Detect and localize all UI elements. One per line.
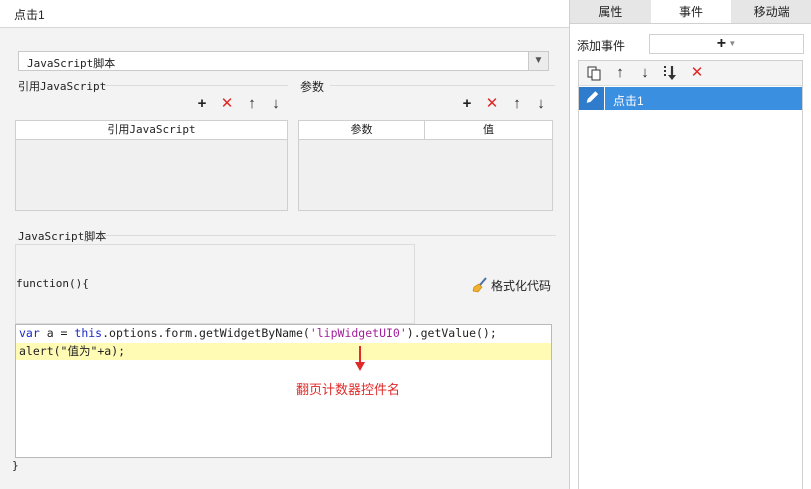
chevron-down-icon: ▼ — [726, 39, 737, 48]
annotation-text: 翻页计数器控件名 — [296, 382, 401, 397]
params-section-label: 参数 — [300, 80, 325, 94]
column-header-value[interactable]: 值 — [425, 121, 552, 139]
tab-events[interactable]: 事件 — [650, 0, 732, 23]
event-edit-dialog: 点击1 JavaScript脚本 ▼ 引用JavaScript + ✕ ↑ ↓ … — [0, 0, 569, 489]
section-divider — [104, 85, 288, 86]
add-event-label: 添加事件 — [577, 39, 626, 53]
delete-icon[interactable]: ✕ — [219, 96, 235, 112]
column-header-param[interactable]: 参数 — [299, 121, 425, 139]
params-table[interactable]: 参数 值 — [298, 120, 553, 211]
panel-tabs: 属性 事件 移动端 — [570, 0, 811, 24]
function-close-text: } — [12, 459, 19, 472]
script-type-select[interactable]: JavaScript脚本 ▼ — [18, 51, 549, 71]
edit-icon[interactable] — [579, 87, 605, 110]
move-up-icon[interactable]: ↑ — [244, 96, 260, 112]
event-panel: 属性 事件 移动端 添加事件 + ▼ ↑ ↓ ✕ 点击1 — [569, 0, 811, 489]
move-up-icon[interactable]: ↑ — [612, 65, 628, 81]
section-divider — [104, 235, 556, 236]
chevron-down-icon[interactable]: ▼ — [528, 52, 548, 70]
code-editor[interactable]: var a = this.options.form.getWidgetByNam… — [15, 324, 552, 458]
code-line-2: alert("值为"+a); — [16, 343, 551, 360]
script-type-value: JavaScript脚本 — [27, 57, 116, 70]
ref-js-table[interactable]: 引用JavaScript — [15, 120, 288, 211]
section-divider — [330, 85, 555, 86]
add-icon[interactable]: + — [194, 96, 210, 112]
code-line-1: var a = this.options.form.getWidgetByNam… — [19, 326, 497, 340]
function-open-text: function(){ — [16, 277, 89, 290]
move-down-icon[interactable]: ↓ — [533, 96, 549, 112]
tab-mobile[interactable]: 移动端 — [731, 0, 811, 23]
format-code-button[interactable]: 格式化代码 — [472, 276, 551, 294]
move-bottom-icon[interactable] — [662, 65, 678, 81]
table-header: 引用JavaScript — [16, 121, 287, 140]
annotation-arrow-icon — [355, 346, 365, 371]
script-section-label: JavaScript脚本 — [18, 230, 107, 243]
move-up-icon[interactable]: ↑ — [509, 96, 525, 112]
dialog-title-bar: 点击1 — [0, 0, 569, 28]
event-toolbar: ↑ ↓ ✕ — [579, 61, 802, 86]
list-item[interactable]: 点击1 — [579, 87, 802, 110]
move-down-icon[interactable]: ↓ — [637, 65, 653, 81]
add-icon[interactable]: + — [459, 96, 475, 112]
column-header-ref-js[interactable]: 引用JavaScript — [16, 121, 287, 139]
format-code-label: 格式化代码 — [491, 278, 552, 293]
add-event-button[interactable]: + ▼ — [649, 34, 804, 54]
dialog-title: 点击1 — [14, 8, 45, 22]
delete-icon[interactable]: ✕ — [484, 96, 500, 112]
event-item-label: 点击1 — [613, 94, 644, 108]
broom-icon — [472, 277, 487, 293]
tab-properties[interactable]: 属性 — [570, 0, 651, 23]
copy-icon[interactable] — [586, 65, 602, 81]
move-down-icon[interactable]: ↓ — [268, 96, 284, 112]
delete-icon[interactable]: ✕ — [689, 65, 705, 81]
table-header: 参数 值 — [299, 121, 552, 140]
event-list[interactable]: ↑ ↓ ✕ 点击1 — [578, 60, 803, 489]
ref-js-section-label: 引用JavaScript — [18, 80, 107, 93]
